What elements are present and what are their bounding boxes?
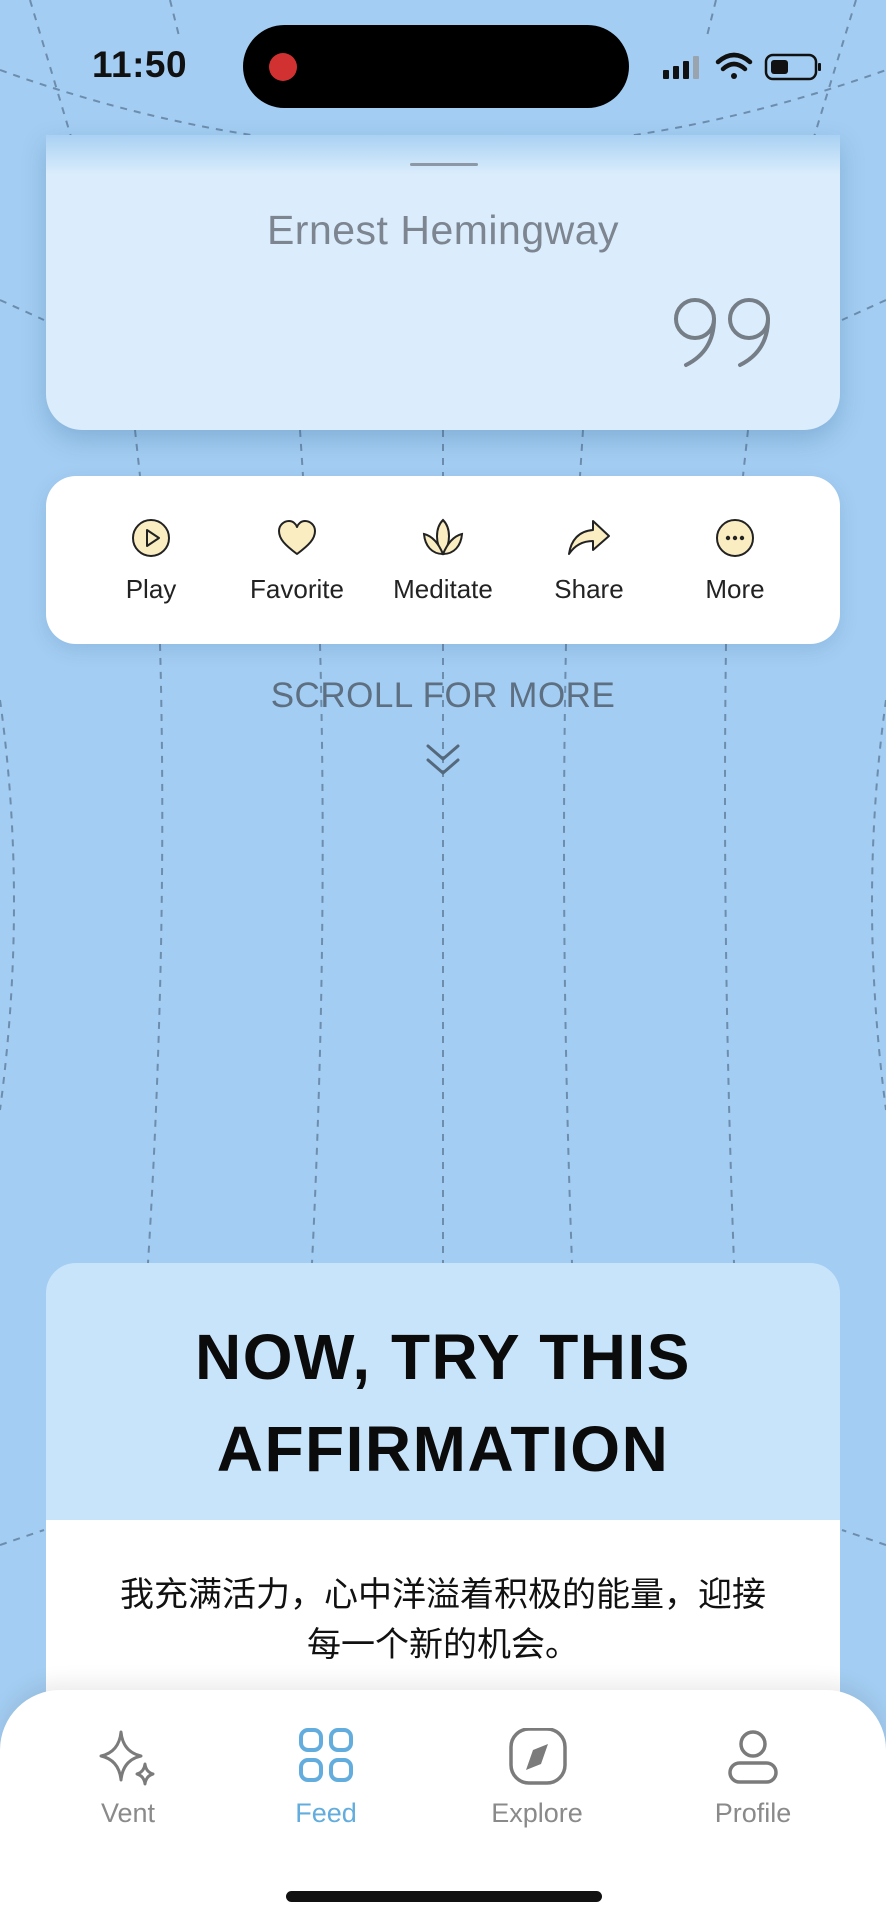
share-arrow-icon <box>568 520 610 555</box>
chevron-double-down-icon[interactable] <box>425 742 461 783</box>
action-bar: Play Favorite Meditate Share More <box>46 476 840 644</box>
meditate-label: Meditate <box>393 574 493 604</box>
sparkle-icon <box>99 1730 155 1786</box>
more-label: More <box>705 574 765 604</box>
affirmation-title: NOW, TRY THIS AFFIRMATION <box>46 1311 840 1495</box>
share-label: Share <box>554 574 624 604</box>
tab-vent[interactable]: Vent <box>58 1728 198 1829</box>
tab-feed-label: Feed <box>295 1798 357 1828</box>
scroll-hint: SCROLL FOR MORE <box>270 676 616 715</box>
tab-feed[interactable]: Feed <box>256 1728 396 1829</box>
share-action[interactable]: Share <box>516 516 662 605</box>
favorite-action[interactable]: Favorite <box>224 516 370 605</box>
lotus-icon <box>422 518 464 556</box>
affirmation-header: NOW, TRY THIS AFFIRMATION <box>46 1263 840 1520</box>
dynamic-island <box>243 25 629 108</box>
affirmation-title-line2: AFFIRMATION <box>216 1413 670 1485</box>
person-icon <box>728 1730 778 1784</box>
status-time: 11:50 <box>92 44 188 85</box>
status-icons <box>660 50 825 91</box>
heart-icon <box>278 520 316 555</box>
tab-vent-label: Vent <box>100 1798 156 1828</box>
quote-card[interactable]: Ernest Hemingway <box>46 135 840 430</box>
more-action[interactable]: More <box>662 516 808 605</box>
home-indicator[interactable] <box>286 1891 602 1902</box>
tab-profile-label: Profile <box>714 1798 792 1828</box>
grid-icon <box>299 1728 353 1782</box>
wifi-icon <box>715 52 753 79</box>
play-action[interactable]: Play <box>78 516 224 605</box>
compass-icon <box>509 1728 567 1785</box>
affirmation-text: 我充满活力，心中洋溢着积极的能量，迎接每一个新的机会。 <box>120 1575 766 1665</box>
quote-author: Ernest Hemingway <box>266 207 620 253</box>
play-icon <box>132 519 170 557</box>
battery-icon <box>764 53 821 81</box>
play-label: Play <box>125 574 177 604</box>
tab-explore-label: Explore <box>491 1798 583 1828</box>
affirmation-title-line1: NOW, TRY THIS <box>195 1321 691 1393</box>
meditate-action[interactable]: Meditate <box>370 516 516 605</box>
more-icon <box>716 519 754 557</box>
recording-indicator <box>269 53 297 81</box>
quote-mark-icon <box>672 295 776 374</box>
favorite-label: Favorite <box>250 574 344 604</box>
drag-handle[interactable] <box>410 163 478 166</box>
tab-profile[interactable]: Profile <box>683 1728 823 1829</box>
tab-explore[interactable]: Explore <box>467 1728 607 1829</box>
status-bar: 11:50 <box>0 0 886 130</box>
signal-icon <box>663 56 699 79</box>
tab-bar: Vent Feed Explore Profile <box>0 1690 886 1920</box>
